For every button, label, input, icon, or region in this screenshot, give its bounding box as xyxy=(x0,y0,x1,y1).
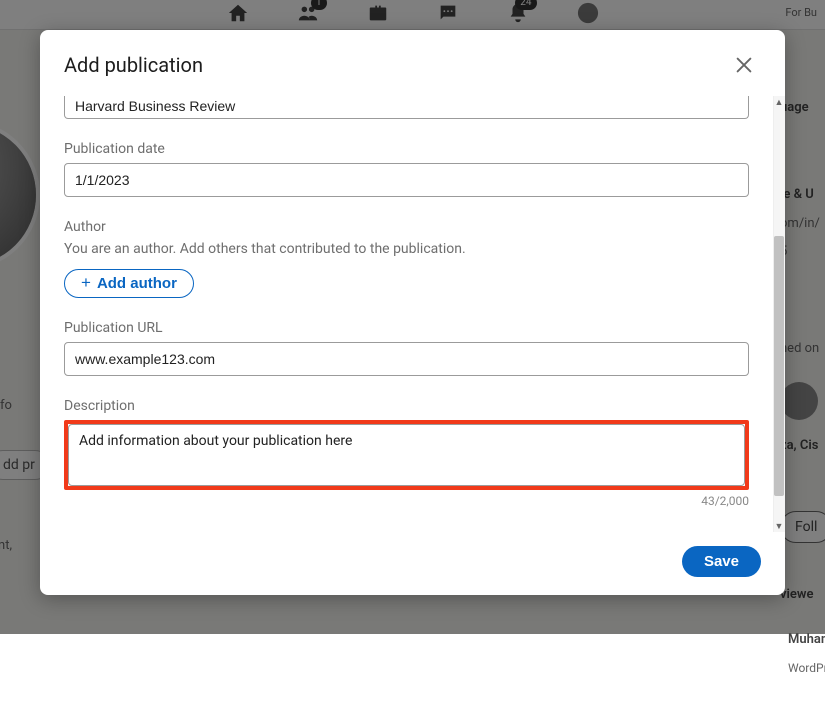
network-icon: 1 xyxy=(297,2,319,28)
me-avatar-icon xyxy=(577,2,599,28)
plus-icon: + xyxy=(81,276,91,290)
publisher-input[interactable] xyxy=(64,96,749,119)
follow-button-bg: Foll xyxy=(780,511,825,543)
jobs-icon xyxy=(367,2,389,28)
modal-header: Add publication xyxy=(40,30,785,96)
author-field: Author You are an author. Add others tha… xyxy=(64,219,749,298)
author-subtext: You are an author. Add others that contr… xyxy=(64,241,749,257)
profile-url-fragment: om/in/ xyxy=(780,214,825,235)
modal-title: Add publication xyxy=(64,53,203,77)
viewed-fragment: viewe xyxy=(780,585,825,606)
scrollbar-thumb[interactable] xyxy=(774,236,784,496)
modal-body[interactable]: Publication date Author You are an autho… xyxy=(40,96,773,532)
save-button[interactable]: Save xyxy=(682,546,761,577)
close-button[interactable] xyxy=(727,48,761,82)
publication-date-input[interactable] xyxy=(64,163,749,197)
scrollbar-track[interactable]: ▲ ▼ xyxy=(773,96,785,532)
muhammad-fragment: Muhamm xyxy=(788,630,825,651)
modal-body-wrap: Publication date Author You are an autho… xyxy=(40,96,785,532)
add-author-button[interactable]: + Add author xyxy=(64,269,194,298)
notifications-icon: 24 xyxy=(507,2,529,28)
description-highlight-box xyxy=(64,420,749,490)
add-publication-modal: Add publication Publication date Author … xyxy=(40,30,785,595)
wordpress-fragment: WordPre xyxy=(788,659,825,678)
pvk-text-col: Muhamm WordPre xyxy=(788,622,825,686)
messaging-icon xyxy=(437,2,459,28)
author-label: Author xyxy=(64,219,749,235)
pvk-row-2: Muhamm WordPre xyxy=(780,614,825,694)
ned-on-fragment: ned on xyxy=(780,339,825,360)
scroll-up-arrow-icon[interactable]: ▲ xyxy=(773,96,785,108)
publication-date-field: Publication date xyxy=(64,141,749,197)
info-fragment: fo xyxy=(0,398,12,413)
assistant-fragment: stant, xyxy=(0,538,12,553)
publication-url-input[interactable] xyxy=(64,342,749,376)
description-textarea[interactable] xyxy=(68,424,745,486)
home-icon xyxy=(227,2,249,28)
profile-avatar-bg xyxy=(0,120,40,270)
for-business-text: For Bu xyxy=(785,6,817,19)
scroll-down-arrow-icon[interactable]: ▼ xyxy=(773,520,785,532)
modal-footer: Save xyxy=(40,532,785,595)
notifications-badge: 24 xyxy=(515,0,536,10)
publication-date-label: Publication date xyxy=(64,141,749,157)
description-label: Description xyxy=(64,398,749,414)
close-icon xyxy=(733,54,755,76)
pvk-row-1 xyxy=(780,374,825,428)
avatar-small-1 xyxy=(780,382,818,420)
languages-fragment: uage xyxy=(780,98,825,119)
za-cisco-fragment: za, Cis xyxy=(780,436,825,457)
profile-url-heading-fragment: le & U xyxy=(780,185,825,206)
five-fragment: 5 xyxy=(780,242,825,263)
add-author-label: Add author xyxy=(97,275,177,292)
network-badge: 1 xyxy=(311,0,327,10)
top-nav: 1 24 xyxy=(0,0,825,30)
description-field: Description 43/2,000 xyxy=(64,398,749,508)
publication-url-field: Publication URL xyxy=(64,320,749,376)
description-char-count: 43/2,000 xyxy=(64,494,749,508)
publication-url-label: Publication URL xyxy=(64,320,749,336)
right-rail-bg: uage le & U om/in/ 5 ned on za, Cis Foll… xyxy=(780,90,825,702)
